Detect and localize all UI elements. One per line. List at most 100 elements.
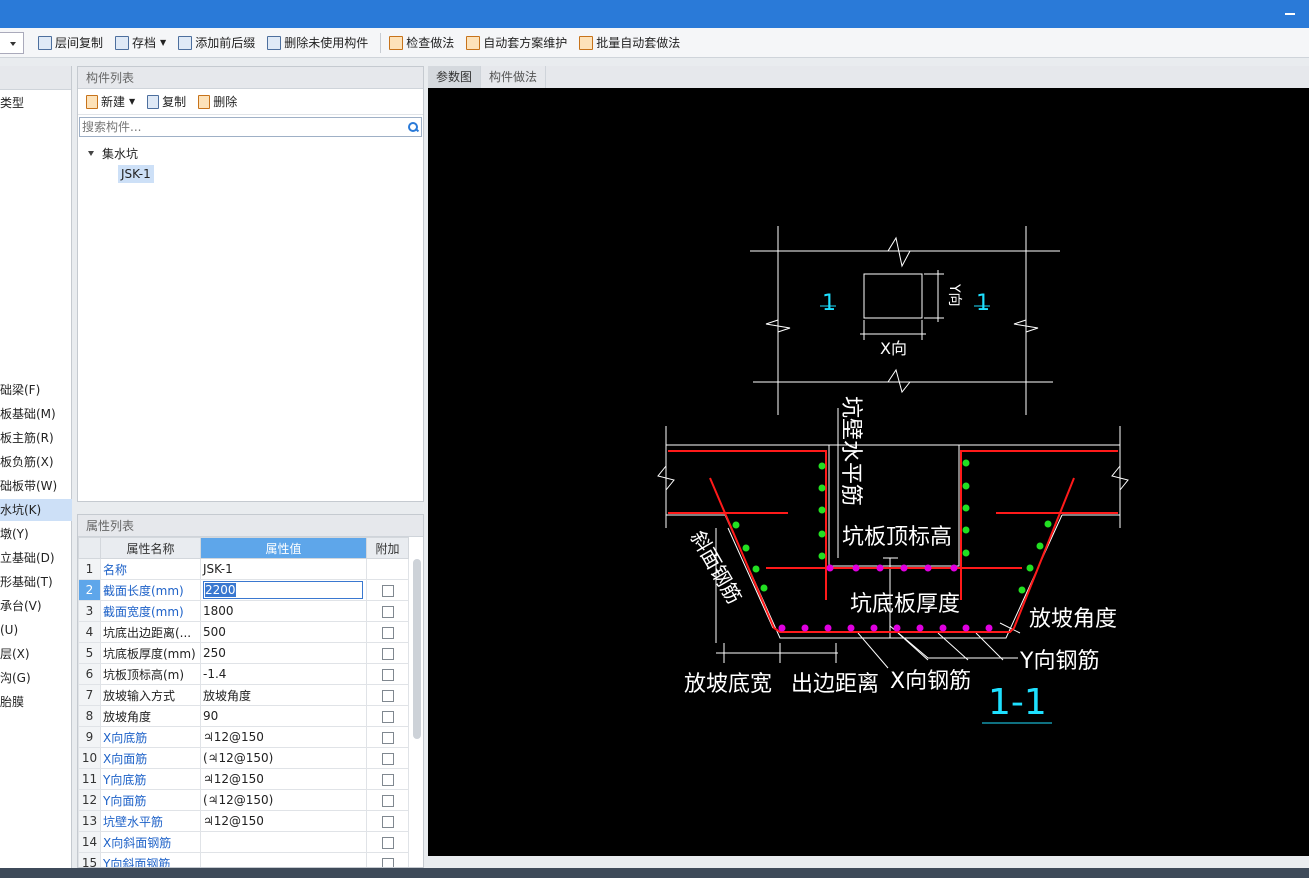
- rebar-dot: [1044, 520, 1052, 528]
- toolbar-divider: [380, 32, 382, 53]
- extra-checkbox[interactable]: [381, 605, 394, 618]
- component-type-nav: 类型 础梁(F) 板基础(M) 板主筋(R) 板负筋(X) 础板带(W) 水坑(…: [0, 66, 72, 878]
- add-prefix-button[interactable]: 添加前后缀: [174, 32, 259, 54]
- property-value-cell[interactable]: (♃​12@150): [200, 789, 367, 811]
- nav-item[interactable]: (U): [0, 619, 72, 641]
- save-button[interactable]: 存档 ▼: [111, 32, 170, 54]
- table-row[interactable]: 6 坑板顶标高(m) -1.4: [78, 663, 409, 685]
- nav-item[interactable]: 板负筋(X): [0, 451, 72, 473]
- property-value-cell[interactable]: (♃​12@150): [200, 747, 367, 769]
- property-value-cell[interactable]: 250: [200, 642, 367, 664]
- copy-button[interactable]: 复制: [143, 91, 190, 113]
- check-method-button[interactable]: 检查做法: [385, 32, 458, 54]
- table-row[interactable]: 14 X向斜面钢筋: [78, 831, 409, 853]
- table-row[interactable]: 15 Y向斜面钢筋: [78, 852, 409, 867]
- tree-node-jsk-1[interactable]: JSK-1: [118, 165, 154, 183]
- table-row[interactable]: 1 名称 JSK-1: [78, 558, 409, 580]
- extra-checkbox[interactable]: [381, 794, 394, 807]
- extra-checkbox[interactable]: [381, 836, 394, 849]
- property-value-cell[interactable]: ♃​12@150: [200, 768, 367, 790]
- table-row[interactable]: 10 X向面筋 (♃​12@150): [78, 747, 409, 769]
- new-button[interactable]: 新建 ▼: [82, 91, 139, 113]
- minimize-icon[interactable]: [1285, 13, 1295, 15]
- property-value-cell[interactable]: 1800: [200, 600, 367, 622]
- table-row[interactable]: 12 Y向面筋 (♃​12@150): [78, 789, 409, 811]
- property-value-cell[interactable]: ♃​12@150: [200, 726, 367, 748]
- property-value-cell[interactable]: 放坡角度: [200, 684, 367, 706]
- tab-parameter-diagram[interactable]: 参数图: [428, 66, 482, 88]
- rebar-dot: [818, 506, 826, 514]
- table-row[interactable]: 2 截面长度(mm) 2200: [78, 579, 409, 601]
- properties-table: 属性名称 属性值 附加 1 名称 JSK-1 2 截面长度(mm) 2200 3 截面宽度(m…: [78, 537, 409, 867]
- table-row[interactable]: 3 截面宽度(mm) 1800: [78, 600, 409, 622]
- extra-cell: [366, 810, 409, 832]
- nav-item[interactable]: 板主筋(R): [0, 427, 72, 449]
- table-row[interactable]: 5 坑底板厚度(mm) 250: [78, 642, 409, 664]
- slope-base-width-label: 放坡底宽: [684, 672, 772, 697]
- nav-item[interactable]: 沟(G): [0, 667, 72, 689]
- nav-item[interactable]: 础板带(W): [0, 475, 72, 497]
- nav-item[interactable]: 承台(V): [0, 595, 72, 617]
- property-value-cell[interactable]: -1.4: [200, 663, 367, 685]
- extra-cell: [366, 726, 409, 748]
- floor-dropdown[interactable]: [0, 31, 24, 54]
- nav-item[interactable]: 板基础(M): [0, 403, 72, 425]
- view-tabs: 参数图 构件做法: [428, 66, 1309, 88]
- extra-checkbox[interactable]: [381, 710, 394, 723]
- property-value-editor[interactable]: 2200: [203, 581, 363, 599]
- search-icon[interactable]: [405, 119, 421, 135]
- rebar-dot: [824, 624, 832, 632]
- tree-node-sump-pit[interactable]: 集水坑: [88, 145, 138, 162]
- parameter-diagram-canvas[interactable]: 1 1 Y向 X向 坑壁水平筋 坑板顶标高 斜面钢筋 坑底板厚度 放坡角度 Y向…: [428, 88, 1309, 856]
- nav-item-sump-pit[interactable]: 水坑(K): [0, 499, 72, 521]
- tab-component-method[interactable]: 构件做法: [481, 66, 547, 88]
- nav-item[interactable]: 立基础(D): [0, 547, 72, 569]
- extra-checkbox[interactable]: [381, 584, 394, 597]
- nav-item[interactable]: 胎膜: [0, 691, 72, 713]
- extra-checkbox[interactable]: [381, 731, 394, 744]
- property-value-cell[interactable]: ♃​12@150: [200, 810, 367, 832]
- nav-item[interactable]: 层(X): [0, 643, 72, 665]
- extra-checkbox[interactable]: [381, 689, 394, 702]
- row-number: 3: [78, 600, 101, 622]
- expand-triangle-icon[interactable]: [88, 151, 94, 156]
- property-value-cell[interactable]: JSK-1: [200, 558, 367, 580]
- table-row[interactable]: 7 放坡输入方式 放坡角度: [78, 684, 409, 706]
- table-row[interactable]: 11 Y向底筋 ♃​12@150: [78, 768, 409, 790]
- nav-item[interactable]: 础梁(F): [0, 379, 72, 401]
- table-row[interactable]: 4 坑底出边距离(... 500: [78, 621, 409, 643]
- table-row[interactable]: 13 坑壁水平筋 ♃​12@150: [78, 810, 409, 832]
- extra-checkbox[interactable]: [381, 668, 394, 681]
- nav-item[interactable]: 类型: [0, 92, 72, 114]
- table-row[interactable]: 8 放坡角度 90: [78, 705, 409, 727]
- extra-checkbox[interactable]: [381, 752, 394, 765]
- table-row[interactable]: 9 X向底筋 ♃​12@150: [78, 726, 409, 748]
- property-value: ♃​12@150: [203, 814, 264, 828]
- property-value-cell[interactable]: 500: [200, 621, 367, 643]
- properties-scrollbar[interactable]: [413, 559, 421, 739]
- delete-unused-button[interactable]: 删除未使用构件: [263, 32, 372, 54]
- batch-auto-button[interactable]: 批量自动套做法: [575, 32, 684, 54]
- property-value-cell[interactable]: 90: [200, 705, 367, 727]
- property-value-cell[interactable]: 2200: [200, 579, 367, 601]
- delete-button[interactable]: 删除: [194, 91, 241, 113]
- nav-item[interactable]: 形基础(T): [0, 571, 72, 593]
- extra-checkbox[interactable]: [381, 647, 394, 660]
- property-value: ♃​12@150: [203, 772, 264, 786]
- copy-floors-button[interactable]: 层间复制: [34, 32, 107, 54]
- rebar-dot: [826, 564, 834, 572]
- nav-item[interactable]: 墩(Y): [0, 523, 72, 545]
- extra-checkbox[interactable]: [381, 626, 394, 639]
- extra-checkbox[interactable]: [381, 815, 394, 828]
- property-value-cell[interactable]: [200, 852, 367, 867]
- x-bar-label: X向钢筋: [890, 669, 971, 694]
- extra-checkbox[interactable]: [381, 857, 394, 867]
- property-value: (♃​12@150): [203, 793, 274, 807]
- property-value-cell[interactable]: [200, 831, 367, 853]
- delete-icon: [198, 94, 211, 109]
- extra-checkbox[interactable]: [381, 773, 394, 786]
- title-bar: [0, 0, 1309, 28]
- auto-plan-button[interactable]: 自动套方案维护: [462, 32, 571, 54]
- taskbar: [0, 868, 1309, 878]
- search-input[interactable]: [80, 118, 405, 136]
